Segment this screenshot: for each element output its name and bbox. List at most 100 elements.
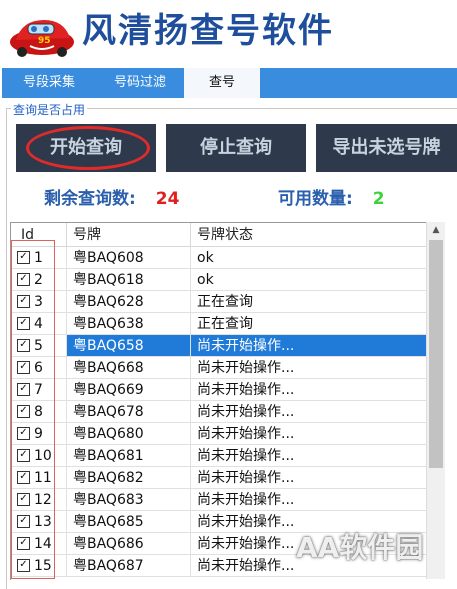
row-id: 8 (34, 404, 43, 420)
row-plate[interactable]: 粤BAQ618 (67, 269, 191, 291)
row-plate[interactable]: 粤BAQ638 (67, 313, 191, 335)
row-id-cell[interactable]: ✓ 1 (11, 247, 67, 269)
row-plate[interactable]: 粤BAQ628 (67, 291, 191, 313)
row-id: 3 (34, 294, 43, 310)
row-id-cell[interactable]: ✓ 7 (11, 379, 67, 401)
row-plate[interactable]: 粤BAQ680 (67, 423, 191, 445)
row-status[interactable]: 尚未开始操作... (191, 445, 428, 467)
table-row[interactable]: ✓ 3 粤BAQ628 正在查询 (11, 291, 428, 313)
row-id-cell[interactable]: ✓ 6 (11, 357, 67, 379)
row-plate[interactable]: 粤BAQ687 (67, 555, 191, 577)
row-id-cell[interactable]: ✓ 15 (11, 555, 67, 577)
row-id-cell[interactable]: ✓ 5 (11, 335, 67, 357)
row-id-cell[interactable]: ✓ 3 (11, 291, 67, 313)
row-id-cell[interactable]: ✓ 4 (11, 313, 67, 335)
row-id: 14 (34, 536, 52, 552)
row-checkbox-icon[interactable]: ✓ (17, 514, 30, 528)
row-checkbox-icon[interactable]: ✓ (17, 382, 30, 396)
row-id: 9 (34, 426, 43, 442)
row-plate[interactable]: 粤BAQ608 (67, 247, 191, 269)
row-checkbox-icon[interactable]: ✓ (17, 470, 30, 484)
remaining-count: 剩余查询数: 24 (44, 184, 179, 209)
row-checkbox-icon[interactable]: ✓ (17, 536, 30, 550)
row-checkbox-icon[interactable]: ✓ (17, 272, 30, 286)
tab-query[interactable]: 查号 (184, 68, 260, 98)
row-checkbox-icon[interactable]: ✓ (17, 492, 30, 506)
scroll-thumb[interactable] (429, 240, 443, 468)
table-row[interactable]: ✓ 5 粤BAQ658 尚未开始操作... (11, 335, 428, 357)
row-status[interactable]: 正在查询 (191, 313, 428, 335)
row-plate[interactable]: 粤BAQ669 (67, 379, 191, 401)
row-checkbox-icon[interactable]: ✓ (17, 404, 30, 418)
table-row[interactable]: ✓ 9 粤BAQ680 尚未开始操作... (11, 423, 428, 445)
vertical-scrollbar[interactable]: ▲ (426, 222, 445, 579)
row-plate[interactable]: 粤BAQ668 (67, 357, 191, 379)
row-id-cell[interactable]: ✓ 14 (11, 533, 67, 555)
row-plate[interactable]: 粤BAQ686 (67, 533, 191, 555)
table-row[interactable]: ✓ 2 粤BAQ618 ok (11, 269, 428, 291)
table-row[interactable]: ✓ 12 粤BAQ683 尚未开始操作... (11, 489, 428, 511)
row-id-cell[interactable]: ✓ 12 (11, 489, 67, 511)
row-id-cell[interactable]: ✓ 8 (11, 401, 67, 423)
row-status[interactable]: 尚未开始操作... (191, 357, 428, 379)
row-plate[interactable]: 粤BAQ685 (67, 511, 191, 533)
row-id-cell[interactable]: ✓ 13 (11, 511, 67, 533)
table-row[interactable]: ✓ 8 粤BAQ678 尚未开始操作... (11, 401, 428, 423)
row-checkbox-icon[interactable]: ✓ (17, 360, 30, 374)
race-car-logo-icon: 95 (8, 6, 76, 58)
tab-segment-collect[interactable]: 号段采集 (6, 70, 92, 96)
row-status[interactable]: 尚未开始操作... (191, 489, 428, 511)
app-title: 风清扬查号软件 (82, 11, 334, 51)
svg-text:95: 95 (38, 36, 51, 46)
remaining-label: 剩余查询数: (44, 189, 136, 209)
row-id: 15 (34, 558, 52, 574)
group-label: 查询是否占用 (11, 101, 88, 118)
available-count: 可用数量: 2 (278, 184, 385, 209)
row-status[interactable]: 尚未开始操作... (191, 401, 428, 423)
column-header-status[interactable]: 号牌状态 (191, 223, 428, 247)
row-checkbox-icon[interactable]: ✓ (17, 250, 30, 264)
available-label: 可用数量: (278, 189, 353, 209)
row-id: 12 (34, 492, 52, 508)
scroll-up-icon[interactable]: ▲ (427, 222, 445, 238)
row-id: 7 (34, 382, 43, 398)
table-row[interactable]: ✓ 6 粤BAQ668 尚未开始操作... (11, 357, 428, 379)
row-status[interactable]: 正在查询 (191, 291, 428, 313)
stop-query-button[interactable]: 停止查询 (166, 124, 306, 172)
row-checkbox-icon[interactable]: ✓ (17, 426, 30, 440)
table-row[interactable]: ✓ 4 粤BAQ638 正在查询 (11, 313, 428, 335)
column-header-id[interactable]: Id (11, 223, 67, 247)
export-unselected-button[interactable]: 导出未选号牌 (316, 124, 457, 172)
row-plate[interactable]: 粤BAQ683 (67, 489, 191, 511)
row-plate[interactable]: 粤BAQ682 (67, 467, 191, 489)
row-id: 11 (34, 470, 52, 486)
row-status[interactable]: ok (191, 247, 428, 269)
row-id-cell[interactable]: ✓ 2 (11, 269, 67, 291)
table-row[interactable]: ✓ 1 粤BAQ608 ok (11, 247, 428, 269)
row-checkbox-icon[interactable]: ✓ (17, 338, 30, 352)
row-id: 13 (34, 514, 52, 530)
table-row[interactable]: ✓ 11 粤BAQ682 尚未开始操作... (11, 467, 428, 489)
row-id-cell[interactable]: ✓ 11 (11, 467, 67, 489)
row-status[interactable]: 尚未开始操作... (191, 335, 428, 357)
row-id-cell[interactable]: ✓ 10 (11, 445, 67, 467)
table-row[interactable]: ✓ 7 粤BAQ669 尚未开始操作... (11, 379, 428, 401)
row-checkbox-icon[interactable]: ✓ (17, 558, 30, 572)
row-status[interactable]: 尚未开始操作... (191, 467, 428, 489)
row-plate[interactable]: 粤BAQ681 (67, 445, 191, 467)
row-status[interactable]: 尚未开始操作... (191, 423, 428, 445)
column-header-plate[interactable]: 号牌 (67, 223, 191, 247)
tab-number-filter[interactable]: 号码过滤 (96, 70, 184, 96)
row-plate[interactable]: 粤BAQ658 (67, 335, 191, 357)
table-row[interactable]: ✓ 10 粤BAQ681 尚未开始操作... (11, 445, 428, 467)
row-checkbox-icon[interactable]: ✓ (17, 294, 30, 308)
row-plate[interactable]: 粤BAQ678 (67, 401, 191, 423)
row-id-cell[interactable]: ✓ 9 (11, 423, 67, 445)
row-id: 2 (34, 272, 43, 288)
watermark-text: AA软件园 (296, 531, 424, 564)
tab-bar: 号段采集 号码过滤 查号 (2, 68, 457, 98)
row-status[interactable]: 尚未开始操作... (191, 379, 428, 401)
row-checkbox-icon[interactable]: ✓ (17, 316, 30, 330)
row-checkbox-icon[interactable]: ✓ (17, 448, 30, 462)
row-status[interactable]: ok (191, 269, 428, 291)
